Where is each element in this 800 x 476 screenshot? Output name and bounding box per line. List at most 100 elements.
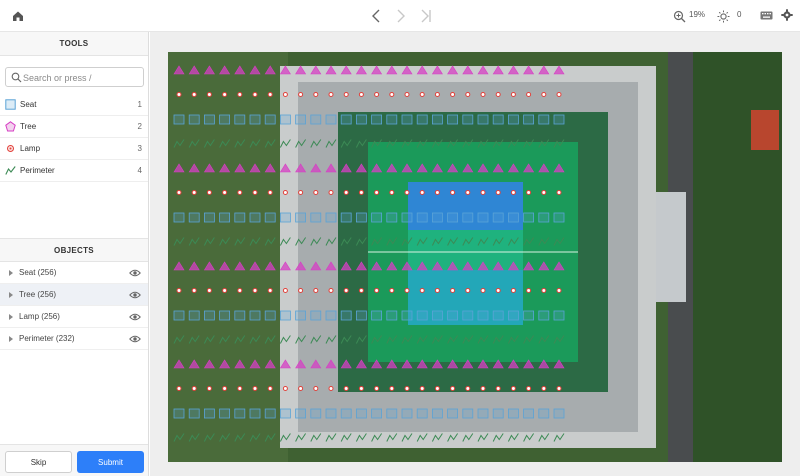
lamp-annotation[interactable] <box>328 288 334 293</box>
seat-annotation[interactable] <box>538 212 550 223</box>
seat-annotation[interactable] <box>280 114 291 125</box>
annotation-canvas[interactable] <box>150 32 800 476</box>
lamp-annotation[interactable] <box>419 386 425 391</box>
lamp-annotation[interactable] <box>374 190 380 195</box>
seat-annotation[interactable] <box>538 408 550 419</box>
object-group-tree[interactable]: Tree (256) <box>0 284 148 306</box>
seat-annotation[interactable] <box>431 408 443 419</box>
seat-annotation[interactable] <box>431 212 443 223</box>
lamp-annotation[interactable] <box>298 288 304 293</box>
seat-annotation[interactable] <box>477 212 489 223</box>
lamp-annotation[interactable] <box>465 92 471 97</box>
lamp-annotation[interactable] <box>541 288 547 293</box>
lamp-annotation[interactable] <box>556 190 562 195</box>
seat-annotation[interactable] <box>553 310 565 321</box>
seat-annotation[interactable] <box>371 212 383 223</box>
home-icon[interactable] <box>8 6 28 26</box>
lamp-annotation[interactable] <box>541 386 547 391</box>
lamp-annotation[interactable] <box>237 190 243 195</box>
lamp-annotation[interactable] <box>450 92 456 97</box>
seat-annotation[interactable] <box>462 310 474 321</box>
lamp-annotation[interactable] <box>419 190 425 195</box>
seat-annotation[interactable] <box>355 408 367 419</box>
lamp-annotation[interactable] <box>465 386 471 391</box>
tool-lamp[interactable]: Lamp 3 <box>0 138 148 160</box>
seat-annotation[interactable] <box>538 310 550 321</box>
lamp-annotation[interactable] <box>282 288 288 293</box>
lamp-annotation[interactable] <box>237 92 243 97</box>
lamp-annotation[interactable] <box>510 386 516 391</box>
seat-annotation[interactable] <box>492 212 504 223</box>
lamp-annotation[interactable] <box>389 92 395 97</box>
seat-annotation[interactable] <box>462 408 474 419</box>
seat-annotation[interactable] <box>204 310 215 321</box>
lamp-annotation[interactable] <box>176 288 182 293</box>
chevron-right-icon[interactable] <box>391 6 411 26</box>
seat-annotation[interactable] <box>340 310 352 321</box>
seat-annotation[interactable] <box>492 408 504 419</box>
seat-annotation[interactable] <box>507 212 519 223</box>
lamp-annotation[interactable] <box>465 190 471 195</box>
lamp-annotation[interactable] <box>298 386 304 391</box>
submit-button[interactable]: Submit <box>77 451 144 473</box>
seat-annotation[interactable] <box>219 212 230 223</box>
lamp-annotation[interactable] <box>556 288 562 293</box>
lamp-annotation[interactable] <box>237 288 243 293</box>
lamp-annotation[interactable] <box>404 386 410 391</box>
seat-annotation[interactable] <box>431 114 443 125</box>
seat-annotation[interactable] <box>523 408 535 419</box>
lamp-annotation[interactable] <box>252 92 258 97</box>
seat-annotation[interactable] <box>249 310 261 321</box>
seat-annotation[interactable] <box>538 114 550 125</box>
seat-annotation[interactable] <box>401 212 413 223</box>
lamp-annotation[interactable] <box>191 190 197 195</box>
seat-annotation[interactable] <box>462 212 474 223</box>
caret-right-icon[interactable] <box>9 314 13 320</box>
seat-annotation[interactable] <box>295 212 306 223</box>
seat-annotation[interactable] <box>204 114 215 125</box>
seat-annotation[interactable] <box>416 212 428 223</box>
lamp-annotation[interactable] <box>480 386 486 391</box>
lamp-annotation[interactable] <box>191 386 197 391</box>
seat-annotation[interactable] <box>401 408 413 419</box>
lamp-annotation[interactable] <box>541 190 547 195</box>
lamp-annotation[interactable] <box>358 92 364 97</box>
lamp-annotation[interactable] <box>282 386 288 391</box>
lamp-annotation[interactable] <box>237 386 243 391</box>
seat-annotation[interactable] <box>523 114 535 125</box>
lamp-annotation[interactable] <box>480 288 486 293</box>
lamp-annotation[interactable] <box>434 386 440 391</box>
seat-annotation[interactable] <box>401 114 413 125</box>
seat-annotation[interactable] <box>173 310 185 321</box>
lamp-annotation[interactable] <box>434 288 440 293</box>
seat-annotation[interactable] <box>264 408 276 419</box>
tool-tree[interactable]: Tree 2 <box>0 116 148 138</box>
lamp-annotation[interactable] <box>267 190 273 195</box>
seat-annotation[interactable] <box>477 408 489 419</box>
lamp-annotation[interactable] <box>222 190 228 195</box>
seat-annotation[interactable] <box>416 408 428 419</box>
seat-annotation[interactable] <box>447 212 459 223</box>
lamp-annotation[interactable] <box>222 288 228 293</box>
seat-annotation[interactable] <box>173 114 185 125</box>
tool-perimeter[interactable]: Perimeter 4 <box>0 160 148 182</box>
seat-annotation[interactable] <box>386 114 398 125</box>
seat-annotation[interactable] <box>477 114 489 125</box>
seat-annotation[interactable] <box>249 212 261 223</box>
seat-annotation[interactable] <box>310 408 322 419</box>
lamp-annotation[interactable] <box>404 288 410 293</box>
object-group-seat[interactable]: Seat (256) <box>0 262 148 284</box>
lamp-annotation[interactable] <box>328 92 334 97</box>
seat-annotation[interactable] <box>416 114 428 125</box>
lamp-annotation[interactable] <box>358 190 364 195</box>
lamp-annotation[interactable] <box>343 190 349 195</box>
seat-annotation[interactable] <box>340 114 352 125</box>
seat-annotation[interactable] <box>340 212 352 223</box>
seat-annotation[interactable] <box>280 408 291 419</box>
seat-annotation[interactable] <box>325 114 337 125</box>
seat-annotation[interactable] <box>553 408 565 419</box>
lamp-annotation[interactable] <box>206 386 212 391</box>
seat-annotation[interactable] <box>523 310 535 321</box>
seat-annotation[interactable] <box>188 114 200 125</box>
lamp-annotation[interactable] <box>450 386 456 391</box>
